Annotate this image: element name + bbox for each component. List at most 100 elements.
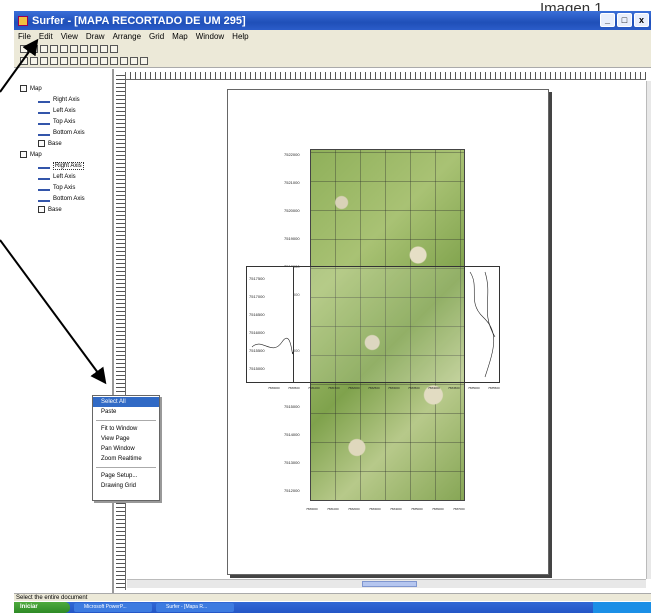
menu-file[interactable]: File [18,32,31,41]
tree-base-node[interactable]: Base [20,138,112,149]
new-icon[interactable] [20,44,28,53]
axis-tick-label: 7586000 [432,507,444,511]
paste-icon[interactable] [80,44,88,53]
menu-separator [96,467,156,468]
tree-map-node[interactable]: Map [20,83,112,94]
taskbar-item-powerpoint[interactable]: Microsoft PowerP... [74,603,152,612]
axis-icon [38,196,50,202]
zoom-out-icon[interactable] [50,57,58,65]
axis-tick-label: 7582500 [368,386,380,390]
symbol-tool-icon[interactable] [110,57,118,65]
menu-window[interactable]: Window [196,32,224,41]
axis-tick-label: 7582000 [348,386,360,390]
axis-tick-label: 7585000 [411,507,423,511]
undo-icon[interactable] [90,44,98,53]
tree-map-node[interactable]: Map [20,149,112,160]
menu-item-drawing-grid[interactable]: Drawing Grid [93,481,159,491]
menu-view[interactable]: View [61,32,78,41]
middle-axis-labels: 7580000 7580500 7581000 7581500 7582000 … [268,386,508,392]
maximize-button[interactable]: □ [617,13,632,27]
help-pointer-icon[interactable] [110,44,118,53]
contour-lines-right [469,271,496,378]
axis-icon [38,163,50,169]
axis-tick-label: 7583000 [369,507,381,511]
drawing-toolbar [14,55,651,68]
cut-icon[interactable] [60,44,68,53]
zoom-in-icon[interactable] [40,57,48,65]
rectangle-tool-icon[interactable] [120,57,128,65]
axis-tick-label: 7516000 [249,330,265,335]
axis-tick-label: 7581000 [308,386,320,390]
open-icon[interactable] [30,44,38,53]
text-tool-icon[interactable] [80,57,88,65]
axis-tick-label: 7582000 [348,507,360,511]
menu-item-select-all[interactable]: Select All [93,397,159,407]
menu-item-fit-to-window[interactable]: Fit to Window [93,424,159,434]
save-icon[interactable] [40,44,48,53]
horizontal-ruler [126,72,646,80]
ellipse-tool-icon[interactable] [140,57,148,65]
frame-right-margin [464,267,499,382]
tree-axis-node[interactable]: Bottom Axis [20,193,112,204]
axis-tick-label: 7519000 [284,236,300,241]
axis-tick-label: 7515000 [284,404,300,409]
polyline-tool-icon[interactable] [100,57,108,65]
axis-tick-label: 7584000 [390,507,402,511]
axis-tick-label: 7512000 [284,488,300,493]
axis-tick-label: 7520000 [284,208,300,213]
window-title: Surfer - [MAPA RECORTADO DE UM 295] [32,14,246,27]
surfer-app-icon [18,15,28,26]
axis-icon [38,97,50,103]
axis-tick-label: 7580000 [306,507,318,511]
axis-tick-label: 7513000 [284,460,300,465]
tree-axis-node[interactable]: Right Axis [20,160,112,171]
tree-base-node[interactable]: Base [20,204,112,215]
menu-help[interactable]: Help [232,32,248,41]
menu-item-page-setup[interactable]: Page Setup... [93,471,159,481]
tree-axis-node[interactable]: Left Axis [20,105,112,116]
menu-item-zoom-realtime[interactable]: Zoom Realtime [93,454,159,464]
menu-item-view-page[interactable]: View Page [93,434,159,444]
menu-grid[interactable]: Grid [149,32,164,41]
horizontal-scrollbar[interactable] [127,579,646,588]
plot-canvas[interactable]: 7522000 7521000 7520000 7519000 7518000 … [127,81,646,579]
vertical-scrollbar[interactable] [646,81,651,579]
menu-map[interactable]: Map [172,32,188,41]
copy-icon[interactable] [70,44,78,53]
menu-arrange[interactable]: Arrange [113,32,141,41]
taskbar-item-surfer[interactable]: Surfer - [Mapa R... [156,603,234,612]
zoom-page-icon[interactable] [70,57,78,65]
close-button[interactable]: x [634,13,649,27]
axis-tick-label: 7584500 [448,386,460,390]
axis-tick-label: 7515000 [249,366,265,371]
tree-axis-node[interactable]: Top Axis [20,116,112,127]
axis-tick-label: 7580000 [268,386,280,390]
scrollbar-thumb[interactable] [362,581,417,587]
menu-item-paste[interactable]: Paste [93,407,159,417]
minimize-button[interactable]: _ [600,13,615,27]
status-bar: Select the entire document [14,593,651,601]
system-tray [593,602,651,613]
tree-axis-node[interactable]: Right Axis [20,94,112,105]
menu-bar: File Edit View Draw Arrange Grid Map Win… [14,30,651,42]
select-arrow-icon[interactable] [20,57,28,65]
menu-edit[interactable]: Edit [39,32,53,41]
polygon-tool-icon[interactable] [90,57,98,65]
window-controls: _ □ x [600,13,649,27]
axis-icon [38,108,50,114]
context-menu: Select All Paste Fit to Window View Page… [92,395,160,501]
tree-axis-node[interactable]: Bottom Axis [20,127,112,138]
axis-tick-label: 7587000 [453,507,465,511]
rounded-rect-tool-icon[interactable] [130,57,138,65]
zoom-rect-icon[interactable] [60,57,68,65]
start-button[interactable]: Iniciar [14,602,70,613]
print-icon[interactable] [50,44,58,53]
redo-icon[interactable] [100,44,108,53]
menu-draw[interactable]: Draw [86,32,105,41]
axis-tick-label: 7514000 [284,432,300,437]
reshape-icon[interactable] [30,57,38,65]
tree-axis-node[interactable]: Left Axis [20,171,112,182]
menu-item-pan-window[interactable]: Pan Window [93,444,159,454]
tree-axis-node[interactable]: Top Axis [20,182,112,193]
screenshot-root: Imagen 1 Surfer - [MAPA RECORTADO DE UM … [0,0,651,613]
